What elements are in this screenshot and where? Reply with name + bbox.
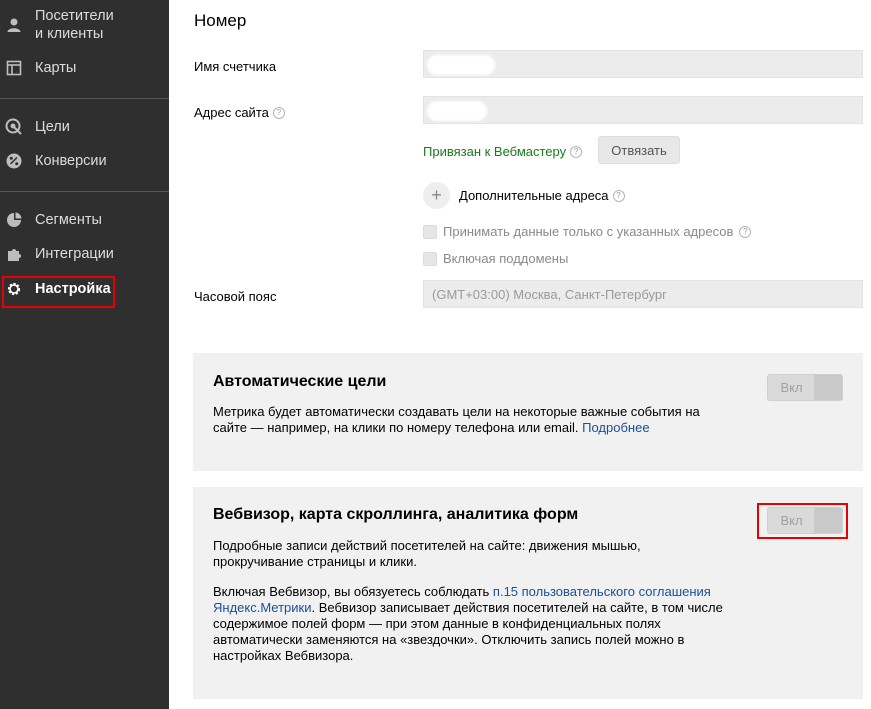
include-subdomains-row: Включая поддомены	[423, 251, 568, 266]
counter-name-label: Имя счетчика	[194, 59, 277, 74]
webvisor-card: Вебвизор, карта скроллинга, аналитика фо…	[193, 487, 863, 699]
timezone-label: Часовой пояс	[194, 289, 277, 304]
auto-goals-toggle[interactable]: Вкл	[767, 374, 843, 401]
sidebar-item-label: Карты	[35, 60, 77, 76]
accept-only-specified-checkbox[interactable]	[423, 224, 437, 239]
webvisor-description: Подробные записи действий посетителей на…	[213, 538, 641, 569]
puzzle-icon	[5, 245, 23, 263]
site-address-input[interactable]	[423, 96, 863, 124]
extra-addresses-label[interactable]: Дополнительные адреса ?	[459, 188, 625, 203]
timezone-select[interactable]: (GMT+03:00) Москва, Санкт-Петербург	[423, 280, 863, 308]
accept-only-specified-row: Принимать данные только с указанных адре…	[423, 224, 752, 239]
plus-icon: +	[431, 185, 442, 205]
webmaster-linked-status: Привязан к Вебмастеру ?	[423, 144, 583, 159]
auto-goals-card: Автоматические цели Метрика будет автома…	[193, 353, 863, 471]
main-content: Номер Имя счетчика Адрес сайта ? Привяза…	[169, 0, 871, 709]
user-icon	[5, 16, 23, 34]
target-icon	[5, 118, 23, 136]
sidebar-item-label: Конверсии	[35, 153, 107, 169]
sidebar-item-label: Интеграции	[35, 246, 114, 262]
redacted-value	[427, 55, 495, 75]
help-icon[interactable]: ?	[612, 189, 625, 202]
sidebar-divider	[0, 191, 169, 192]
toggle-label: Вкл	[780, 380, 803, 395]
sidebar-item-conversions[interactable]: Конверсии	[0, 152, 169, 172]
sidebar-item-segments[interactable]: Сегменты	[0, 211, 169, 231]
auto-goals-description: Метрика будет автоматически создавать це…	[213, 404, 700, 435]
auto-goals-title: Автоматические цели	[213, 373, 387, 390]
sidebar-divider	[0, 98, 169, 99]
sidebar-item-label: Посетители и клиенты	[35, 8, 114, 42]
help-icon[interactable]: ?	[570, 145, 583, 158]
pie-icon	[5, 211, 23, 229]
toggle-knob	[814, 375, 842, 400]
more-link[interactable]: Подробнее	[582, 420, 649, 435]
timezone-value: (GMT+03:00) Москва, Санкт-Петербург	[432, 287, 667, 302]
page-title: Номер	[194, 11, 247, 30]
sidebar-item-integrations[interactable]: Интеграции	[0, 245, 169, 265]
map-icon	[5, 59, 23, 77]
help-icon[interactable]: ?	[272, 106, 285, 119]
unlink-button[interactable]: Отвязать	[598, 136, 680, 164]
help-icon[interactable]: ?	[739, 225, 752, 238]
sidebar: Посетители и клиенты Карты Цели Конверси…	[0, 0, 169, 709]
webvisor-agreement-text: Включая Вебвизор, вы обязуетесь соблюдат…	[213, 584, 723, 663]
include-subdomains-checkbox[interactable]	[423, 251, 437, 266]
add-address-button[interactable]: +	[423, 182, 450, 209]
settings-highlight-box	[2, 276, 115, 308]
sidebar-item-maps[interactable]: Карты	[0, 59, 169, 79]
redacted-value	[427, 101, 487, 121]
sidebar-item-label: Сегменты	[35, 212, 102, 228]
sidebar-item-label: Цели	[35, 119, 70, 135]
webvisor-title: Вебвизор, карта скроллинга, аналитика фо…	[213, 506, 579, 523]
sidebar-item-goals[interactable]: Цели	[0, 118, 169, 138]
site-address-label: Адрес сайта ?	[194, 105, 285, 120]
sidebar-item-visitors[interactable]: Посетители и клиенты	[0, 7, 169, 43]
counter-name-input[interactable]	[423, 50, 863, 78]
percent-icon	[5, 152, 23, 170]
webvisor-toggle-highlight-box	[757, 503, 848, 539]
